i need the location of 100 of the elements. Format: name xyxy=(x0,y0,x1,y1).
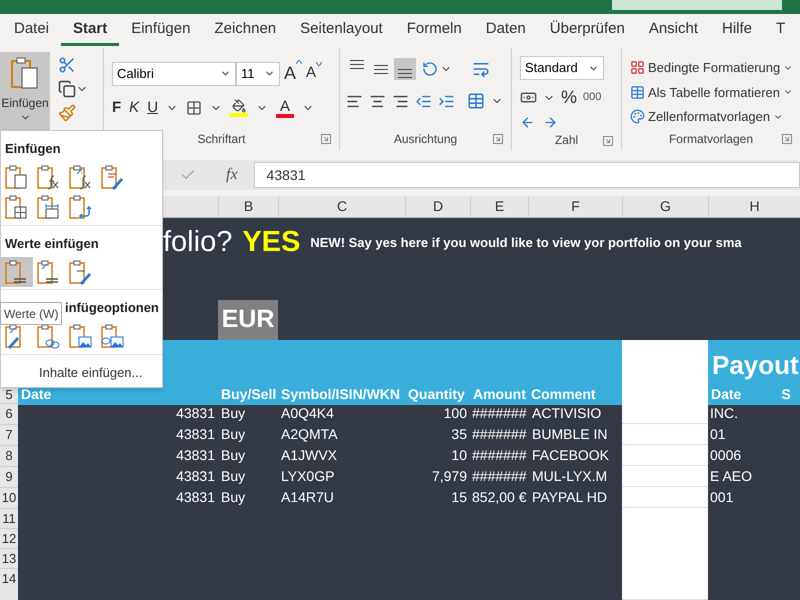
copy-icon[interactable] xyxy=(58,80,76,98)
ribbon-tab[interactable]: Überprüfen xyxy=(538,16,637,46)
column-header[interactable]: F xyxy=(528,196,622,217)
column-title: Comment xyxy=(528,384,622,405)
ribbon-tab[interactable]: Datei xyxy=(2,16,62,46)
ribbon-tab[interactable]: Hilfe xyxy=(710,16,764,46)
format-painter-icon[interactable] xyxy=(58,104,76,122)
table-cell-text: Buy xyxy=(220,425,246,444)
ribbon-tab[interactable]: Formeln xyxy=(394,16,474,46)
align-lines-icon xyxy=(350,60,364,69)
ribbon-tab[interactable]: Zeichnen xyxy=(202,16,288,46)
row-number: 7 xyxy=(0,424,18,445)
payout-title: Payout xyxy=(708,340,800,385)
merge-cells-icon[interactable] xyxy=(467,92,485,110)
caret-down-icon xyxy=(316,62,322,66)
table-cell-text: LYX0GP xyxy=(280,467,336,486)
row-number: 9 xyxy=(0,466,18,487)
menu-heading: Einfügen xyxy=(5,140,61,158)
table-cell-text: Buy xyxy=(220,488,246,507)
vertical-align-button[interactable] xyxy=(394,58,416,80)
table-cell-text: A2QMTA xyxy=(280,425,339,444)
clipboard-icon xyxy=(36,323,62,350)
menu-heading: infügeoptionen xyxy=(65,299,159,317)
table-cell-text: Buy xyxy=(220,467,246,486)
table-cell-text: Buy xyxy=(220,446,246,465)
dialog-launcher-icon[interactable] xyxy=(493,134,503,144)
column-header[interactable]: E xyxy=(470,196,528,217)
table-cell-text: 43831 xyxy=(175,488,216,507)
shrink-font-button[interactable]: A xyxy=(306,62,322,85)
underline-button[interactable]: U xyxy=(147,97,158,120)
paste-special-item[interactable]: Inhalte einfügen... xyxy=(1,354,162,382)
currency-cell: EUR xyxy=(218,300,278,340)
caret-up-icon xyxy=(296,60,302,64)
table-cell-text: BUMBLE IN xyxy=(531,425,608,444)
table-cell-text: PAYPAL HD xyxy=(531,488,608,507)
increase-decimal-icon[interactable] xyxy=(543,115,558,130)
font-name-field[interactable]: Calibri xyxy=(112,62,236,86)
paste-button[interactable]: Einfügen xyxy=(0,52,50,130)
clipboard-icon xyxy=(10,56,40,90)
row-number: 13 xyxy=(0,548,18,568)
italic-button[interactable]: K xyxy=(129,97,140,120)
insert-function-button[interactable]: fx xyxy=(226,163,238,187)
column-header[interactable]: G xyxy=(622,196,708,217)
percent-button[interactable]: % xyxy=(561,84,578,111)
fill-color-icon[interactable] xyxy=(230,99,248,118)
sheet-title: folio? xyxy=(163,225,232,260)
thousands-button[interactable]: 000 xyxy=(583,89,602,106)
group-label: Schriftart xyxy=(197,131,246,148)
style-menu-button[interactable]: Bedingte Formatierung xyxy=(630,58,794,78)
ribbon-tab[interactable]: Seitenlayout xyxy=(288,16,395,46)
table-cell-text: 15 xyxy=(450,488,468,507)
row-number: 10 xyxy=(0,487,18,508)
grid-icon xyxy=(630,60,645,76)
table-cell-text: 43831 xyxy=(175,446,216,465)
row-number: 11 xyxy=(0,508,18,528)
style-menu-button[interactable]: Zellenformatvorlagen xyxy=(630,107,794,126)
column-header[interactable]: C xyxy=(278,196,405,217)
scissors-icon[interactable] xyxy=(58,56,76,74)
wrap-text-icon[interactable] xyxy=(472,60,490,78)
orientation-icon[interactable] xyxy=(422,61,438,77)
clipboard-icon xyxy=(100,164,126,191)
ribbon-tab[interactable]: T xyxy=(764,16,798,46)
dialog-launcher-icon[interactable] xyxy=(321,134,331,144)
borders-icon[interactable] xyxy=(186,100,202,116)
column-title: Buy/Sell xyxy=(218,384,278,405)
menu-heading: Werte einfügen xyxy=(5,234,99,253)
bold-button[interactable]: F xyxy=(112,97,122,120)
font-size-field[interactable]: 11 xyxy=(236,62,280,86)
table-cell-text: 001 xyxy=(709,488,734,507)
ribbon-tab[interactable]: Ansicht xyxy=(636,16,710,46)
table-cell-text: FACEBOOK xyxy=(531,446,610,465)
ribbon-tab[interactable]: Daten xyxy=(474,16,538,46)
table-icon xyxy=(630,84,645,100)
dialog-launcher-icon[interactable] xyxy=(603,136,613,146)
number-format-field[interactable]: Standard xyxy=(520,56,604,80)
ribbon-tab[interactable]: Einfügen xyxy=(119,16,202,46)
column-header[interactable]: D xyxy=(405,196,470,217)
formula-field[interactable]: 43831 xyxy=(254,162,800,188)
column-header[interactable]: B xyxy=(218,196,278,217)
clipboard-icon xyxy=(100,323,126,350)
row-header-strip xyxy=(0,588,18,600)
grow-font-button[interactable]: A xyxy=(284,60,302,87)
paste-option-button[interactable] xyxy=(1,257,33,287)
table-cell-text: E AEO xyxy=(709,467,754,486)
table-cell-text: 43831 xyxy=(175,467,216,486)
table-cell-text: 10 xyxy=(450,446,468,465)
column-title: Date xyxy=(711,385,742,404)
table-cell-text: 0006 xyxy=(709,446,742,465)
font-color-button[interactable]: A xyxy=(276,98,294,118)
style-menu-button[interactable]: Als Tabelle formatieren xyxy=(630,82,794,102)
dialog-launcher-icon[interactable] xyxy=(782,134,792,144)
table-cell-text: Buy xyxy=(220,404,246,423)
column-header[interactable]: H xyxy=(708,196,800,217)
column-title: Amount xyxy=(470,384,528,405)
table-cell-text: ####### xyxy=(471,446,528,465)
decrease-decimal-icon[interactable] xyxy=(520,115,535,130)
table-cell-text: 43831 xyxy=(175,404,216,423)
group-label: Formatvorlagen xyxy=(668,131,754,148)
table-cell-text: A0Q4K4 xyxy=(280,404,335,423)
row-number: 12 xyxy=(0,528,18,548)
